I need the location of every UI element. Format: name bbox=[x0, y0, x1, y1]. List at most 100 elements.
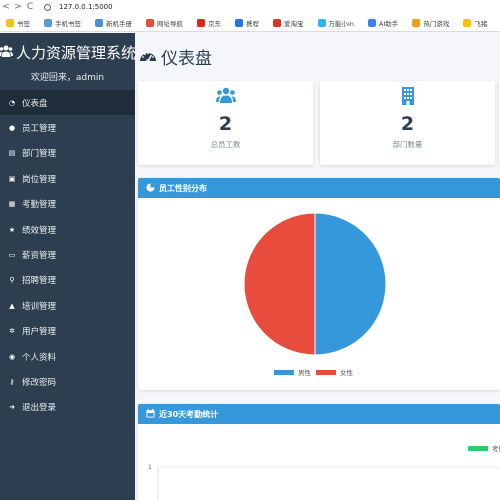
attendance-chart-panel: 近30天考勤统计 考勤 1 bbox=[138, 404, 500, 500]
building-icon bbox=[320, 87, 495, 107]
bookmark-item[interactable]: 飞猪 bbox=[463, 18, 487, 28]
bookmark-item[interactable]: 书签 bbox=[6, 18, 30, 28]
browser-toolbar: < > C 127.0.0.1:5000 bbox=[0, 0, 500, 14]
sidebar: 人力资源管理系统 欢迎回来，admin ◔ 仪表盘 ● 员工管理 ▤ 部门管理 ▣ 岗位管理 ▦… bbox=[0, 33, 136, 500]
bookmark-label: 万能小in bbox=[328, 19, 354, 28]
stat-card-employees: 2 总员工数 bbox=[138, 81, 313, 165]
bookmark-label: 网址导航 bbox=[157, 19, 183, 28]
sidebar-item-star[interactable]: ★ 绩效管理 bbox=[0, 217, 135, 242]
sidebar-item-key[interactable]: ⚷ 修改密码 bbox=[0, 369, 135, 394]
pie-slice-1[interactable] bbox=[243, 212, 316, 356]
legend-swatch bbox=[316, 370, 336, 375]
logout-icon: ➜ bbox=[9, 403, 15, 412]
stat-label: 部门数量 bbox=[392, 140, 423, 149]
sidebar-item-calendar-check[interactable]: ▦ 考勤管理 bbox=[0, 192, 135, 217]
taobao-icon bbox=[273, 18, 281, 27]
legend-label[interactable]: 考勤 bbox=[492, 444, 500, 453]
reload-button[interactable]: C bbox=[24, 0, 36, 14]
page-title: 仪表盘 bbox=[139, 44, 212, 69]
bookmark-label: 飞猪 bbox=[474, 19, 488, 28]
panel-header: 员工性别分布 bbox=[138, 178, 500, 198]
bookmark-item[interactable]: 热门游戏 bbox=[412, 18, 449, 28]
back-button[interactable]: < bbox=[0, 0, 12, 14]
bookmark-item[interactable]: 京东 bbox=[197, 18, 221, 28]
sidebar-item-label: 考勤管理 bbox=[22, 200, 57, 211]
money-icon: ▭ bbox=[8, 251, 16, 260]
sidebar-item-gear[interactable]: ✲ 用户管理 bbox=[0, 319, 135, 344]
game-icon bbox=[412, 18, 421, 27]
star-icon: ★ bbox=[8, 225, 16, 234]
sidebar-item-label: 岗位管理 bbox=[22, 174, 57, 185]
calendar-check-icon: ▦ bbox=[8, 200, 16, 209]
sidebar-item-graduation[interactable]: ▲ 培训管理 bbox=[0, 293, 135, 318]
graduation-icon: ▲ bbox=[9, 301, 15, 310]
building-icon: ▤ bbox=[8, 149, 16, 158]
sidebar-item-label: 绩效管理 bbox=[22, 225, 57, 236]
dashboard-icon bbox=[139, 47, 157, 67]
welcome-text: 欢迎回来，admin bbox=[30, 73, 105, 83]
stat-card-departments: 2 部门数量 bbox=[320, 81, 495, 165]
sidebar-item-label: 培训管理 bbox=[22, 301, 57, 312]
ai-icon bbox=[317, 18, 326, 27]
sidebar-item-building[interactable]: ▤ 部门管理 bbox=[0, 141, 135, 166]
bookmark-item[interactable]: 手机书签 bbox=[44, 18, 81, 28]
bookmark-item[interactable]: 新机手册 bbox=[95, 18, 132, 28]
site-info-icon[interactable] bbox=[44, 3, 51, 11]
pie-chart-icon bbox=[146, 182, 155, 194]
sidebar-item-label: 员工管理 bbox=[22, 124, 57, 135]
stat-label: 总员工数 bbox=[210, 140, 241, 149]
book-icon bbox=[95, 18, 103, 27]
sidebar-item-label: 修改密码 bbox=[22, 377, 57, 388]
bookmark-item[interactable]: AI助手 bbox=[367, 18, 398, 28]
bookmark-item[interactable]: 网址导航 bbox=[146, 18, 183, 28]
legend-label[interactable]: 男性 bbox=[298, 368, 312, 377]
sidebar-item-label: 招聘管理 bbox=[22, 276, 57, 287]
jd-icon bbox=[197, 18, 205, 27]
user-circle-icon: ◉ bbox=[8, 352, 16, 361]
sidebar-item-money[interactable]: ▭ 薪资管理 bbox=[0, 242, 135, 267]
bookmark-icon bbox=[6, 18, 14, 27]
bookmark-label: 手机书签 bbox=[55, 19, 81, 28]
ctrip-icon bbox=[235, 18, 243, 27]
sidebar-item-user[interactable]: ● 员工管理 bbox=[0, 115, 135, 140]
forward-button[interactable]: > bbox=[12, 0, 24, 14]
legend-label[interactable]: 女性 bbox=[340, 368, 354, 377]
assistant-icon bbox=[367, 18, 376, 27]
pie-slice-0[interactable] bbox=[314, 212, 387, 356]
sidebar-item-label: 退出登录 bbox=[22, 403, 57, 414]
bookmark-item[interactable]: 万能小in bbox=[317, 18, 354, 28]
sidebar-item-search[interactable]: ⚲ 招聘管理 bbox=[0, 268, 135, 293]
fliggy-icon bbox=[463, 18, 472, 27]
sidebar-item-label: 个人资料 bbox=[22, 352, 57, 363]
bookmark-label: 爱淘宝 bbox=[284, 19, 304, 28]
sidebar-item-label: 仪表盘 bbox=[22, 98, 48, 109]
calendar-icon bbox=[146, 408, 155, 420]
gender-pie-chart: 男性 女性 bbox=[243, 212, 387, 377]
users-icon bbox=[0, 45, 13, 60]
stat-value: 2 bbox=[218, 113, 233, 135]
attendance-line-chart: 考勤 1 bbox=[148, 444, 500, 500]
panel-header: 近30天考勤统计 bbox=[138, 404, 500, 424]
gender-chart-panel: 员工性别分布 男性 女性 bbox=[138, 178, 500, 390]
bookmarks-bar: 书签手机书签新机手册网址导航京东携程爱淘宝万能小inAI助手热门游戏飞猪创意稿 bbox=[0, 14, 500, 32]
sidebar-item-user-circle[interactable]: ◉ 个人资料 bbox=[0, 344, 135, 369]
folder-icon bbox=[44, 18, 52, 27]
sidebar-item-briefcase[interactable]: ▣ 岗位管理 bbox=[0, 166, 135, 191]
sidebar-item-logout[interactable]: ➜ 退出登录 bbox=[0, 395, 135, 420]
sidebar-item-dashboard[interactable]: ◔ 仪表盘 bbox=[0, 90, 135, 116]
sidebar-item-label: 用户管理 bbox=[22, 327, 57, 338]
bookmark-label: 热门游戏 bbox=[423, 19, 450, 28]
bookmark-item[interactable]: 爱淘宝 bbox=[273, 18, 304, 28]
nav-icon bbox=[146, 18, 154, 27]
briefcase-icon: ▣ bbox=[8, 174, 16, 183]
legend-swatch bbox=[468, 446, 488, 451]
sidebar-item-label: 薪资管理 bbox=[22, 251, 57, 262]
bookmark-label: 京东 bbox=[208, 19, 221, 28]
user-icon: ● bbox=[8, 124, 16, 133]
y-tick-label: 1 bbox=[148, 464, 152, 471]
legend-swatch bbox=[274, 370, 294, 375]
bookmark-item[interactable]: 携程 bbox=[235, 18, 259, 28]
address-bar[interactable]: 127.0.0.1:5000 bbox=[59, 0, 113, 14]
main-content: 仪表盘 2 总员工数 2 部门数量 员工性别分布 男性 女性 近30天考勤统计 bbox=[135, 33, 500, 500]
users-icon bbox=[138, 87, 313, 107]
